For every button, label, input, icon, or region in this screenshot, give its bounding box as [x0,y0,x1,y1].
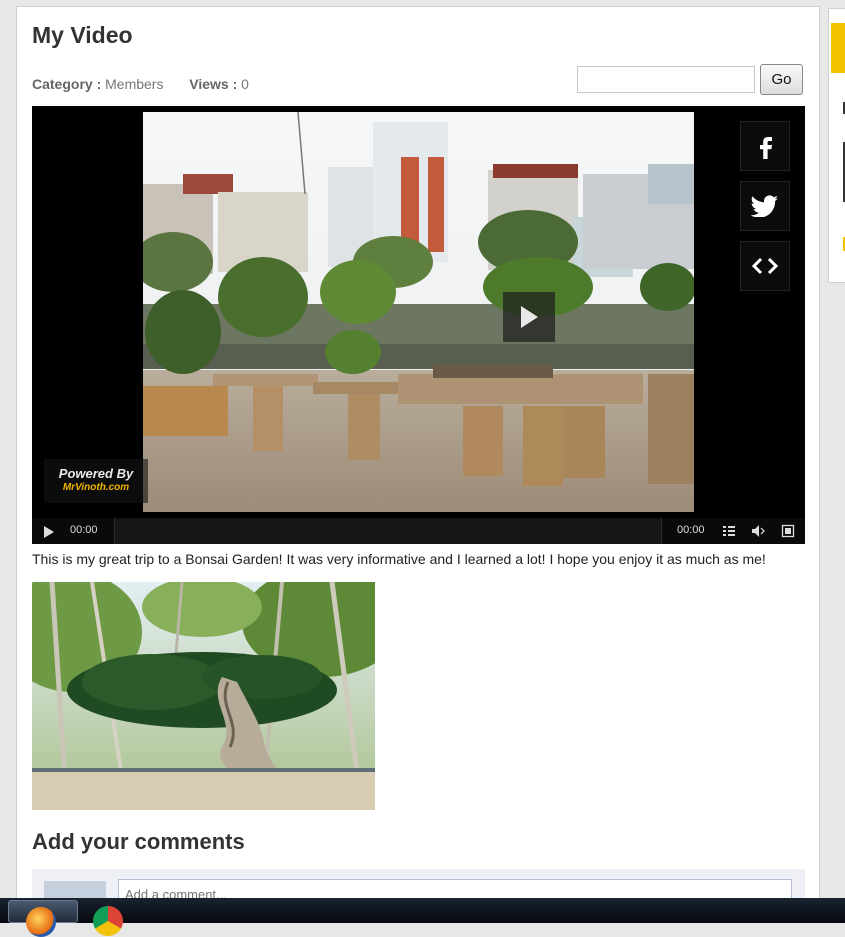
embed-share-button[interactable] [740,241,790,291]
video-frame[interactable] [143,112,694,512]
video-meta: Category : Members Views : 0 [32,76,249,92]
comments-title: Add your comments [32,829,245,854]
bonsai-photo [32,582,375,810]
taskbar-chrome-button[interactable] [85,900,145,936]
play-icon[interactable] [44,526,54,538]
twitter-icon [751,195,778,217]
twitter-share-button[interactable] [740,181,790,231]
duration-time: 00:00 [677,524,705,536]
sidebar-panel [828,8,845,283]
video-player[interactable]: Powered By MrVinoth.com 00:00 00:00 [32,106,805,544]
playlist-icon[interactable] [722,524,736,538]
views-label: Views : [189,76,238,92]
video-description: This is my great trip to a Bonsai Garden… [32,551,766,567]
volume-icon[interactable] [751,524,765,538]
windows-taskbar [0,898,845,937]
play-icon [521,306,538,328]
video-poster [143,112,694,512]
page-title: My Video [32,22,133,48]
facebook-icon [760,137,772,159]
watermark-text: Powered By [58,466,134,481]
fullscreen-icon[interactable] [781,524,795,538]
taskbar-firefox-button[interactable] [8,900,78,937]
chrome-icon [93,906,123,936]
go-button[interactable]: Go [760,64,803,95]
bonsai-image [32,582,375,810]
watermark-link[interactable]: MrVinoth.com [44,482,148,493]
category-value: Members [105,76,164,92]
firefox-icon [26,907,56,937]
player-controls: 00:00 00:00 [32,518,805,544]
search-input[interactable] [577,66,755,93]
sidebar-accent [831,23,845,73]
views-value: 0 [241,76,249,92]
category-label: Category : [32,76,102,92]
current-time: 00:00 [70,524,98,536]
embed-code-icon [751,257,779,275]
powered-by-watermark[interactable]: Powered By MrVinoth.com [44,459,148,503]
facebook-share-button[interactable] [740,121,790,171]
center-play-button[interactable] [503,292,555,342]
progress-track[interactable] [114,518,662,544]
